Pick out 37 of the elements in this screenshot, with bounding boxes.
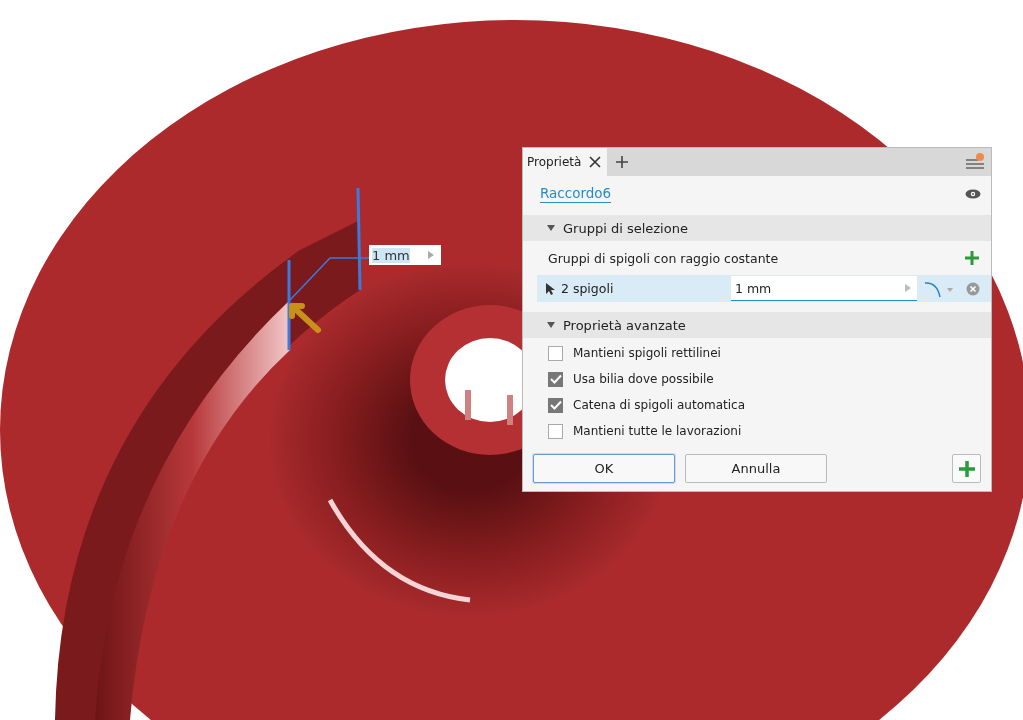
remove-icon[interactable] (966, 281, 980, 296)
add-tab-icon[interactable] (615, 155, 630, 169)
checkbox[interactable] (548, 423, 563, 439)
play-icon (427, 250, 435, 260)
section-title: Gruppi di selezione (563, 220, 688, 236)
collapse-triangle-icon (547, 225, 555, 231)
dimension-value: 1 mm (372, 247, 410, 263)
checkbox[interactable] (548, 345, 563, 361)
dialog-button[interactable]: Annulla (685, 454, 827, 483)
edge-count: 2 spigoli (561, 281, 615, 296)
collapse-triangle-icon (547, 322, 555, 328)
checkbox[interactable] (548, 397, 563, 413)
add-icon (957, 459, 976, 478)
option-label: Catena di spigoli automatica (573, 398, 746, 412)
panel-tab[interactable]: Proprietà (523, 148, 608, 176)
eye-icon[interactable] (965, 189, 981, 199)
pointer-icon (545, 281, 555, 296)
radius-value: 1 mm (735, 280, 772, 296)
option-label: Usa bilia dove possibile (573, 372, 714, 386)
radius-input[interactable]: 1 mm (731, 276, 917, 301)
close-icon[interactable] (589, 156, 602, 168)
checkbox[interactable] (548, 371, 563, 387)
play-icon (905, 284, 911, 292)
section-header[interactable]: Proprietà avanzate (523, 312, 991, 338)
option-label: Mantieni spigoli rettilinei (573, 346, 721, 360)
option-label: Mantieni tutte le lavorazioni (573, 424, 742, 438)
section-title: Proprietà avanzate (563, 317, 686, 333)
add-button[interactable] (952, 454, 981, 483)
edge-set-row[interactable]: 2 spigoli 1 mm (537, 275, 991, 302)
section-header[interactable]: Gruppi di selezione (523, 215, 991, 241)
tab-label: Proprietà (527, 155, 582, 169)
menu-icon[interactable] (965, 153, 985, 171)
group-label: Gruppi di spigoli con raggio costante (548, 250, 779, 266)
dialog-button[interactable]: OK (533, 454, 675, 483)
dimension-input[interactable]: 1 mm (369, 245, 441, 265)
feature-name-field[interactable]: Raccordo6 (540, 185, 612, 203)
add-icon[interactable] (965, 251, 979, 265)
